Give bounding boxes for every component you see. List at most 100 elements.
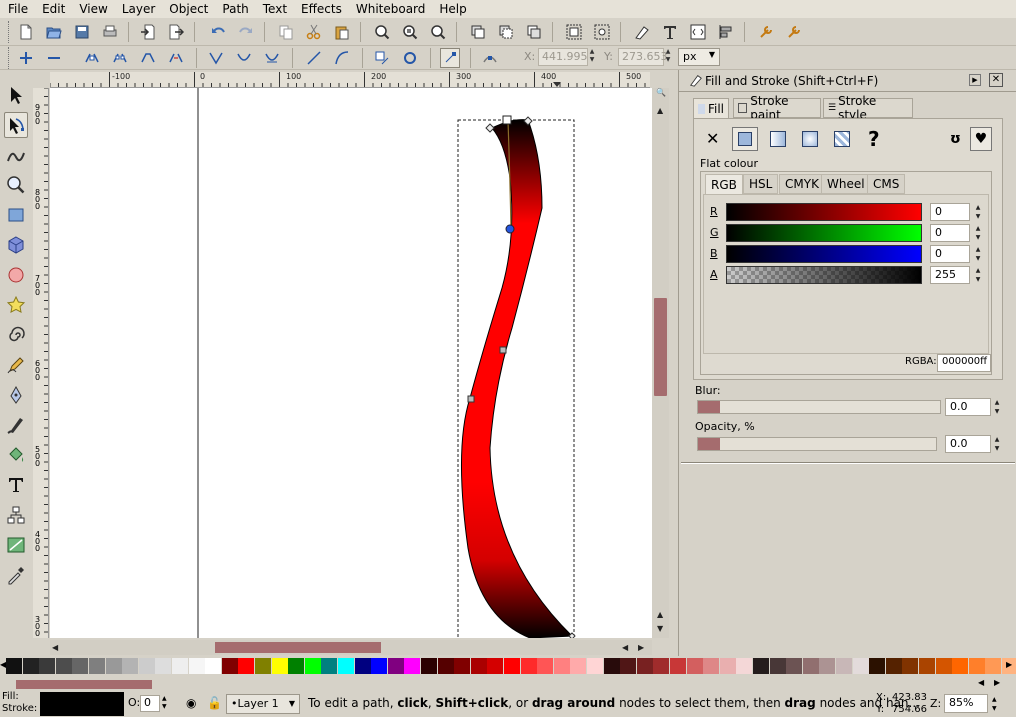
color-swatch[interactable] [736,658,753,674]
vertical-scroll-thumb[interactable] [654,298,667,396]
color-swatch[interactable] [836,658,852,674]
calligraphy-tool-icon[interactable] [4,412,28,438]
undo-icon[interactable] [208,22,228,42]
color-swatch[interactable] [686,658,703,674]
scroll-left-icon[interactable]: ◀ [622,643,628,652]
color-swatch[interactable] [786,658,803,674]
linear-gradient-icon[interactable] [770,131,786,147]
tab-stroke-style[interactable]: ☰ Stroke style [823,94,913,122]
red-curved-shape[interactable] [460,119,574,638]
flat-color-button[interactable] [732,127,758,151]
tab-stroke-paint[interactable]: Stroke paint [733,94,821,122]
color-swatch[interactable] [719,658,736,674]
color-swatch[interactable] [753,658,769,674]
save-icon[interactable] [72,22,92,42]
redo-icon[interactable] [236,22,256,42]
color-swatch[interactable] [470,658,487,674]
rectangle-tool-icon[interactable] [4,202,28,228]
spiral-tool-icon[interactable] [4,322,28,348]
color-swatch[interactable] [869,658,886,674]
fill-stroke-icon[interactable] [632,22,652,42]
horizontal-ruler[interactable]: -100 0 100 200 300 400 500 [50,72,650,88]
opacity-status-field[interactable]: 0 [140,695,160,712]
scroll-down-icon[interactable]: ▼ [657,624,663,633]
blur-slider-handle[interactable] [698,401,720,413]
unit-select[interactable]: px ▼ [678,48,720,66]
green-value-field[interactable]: 0 [930,224,970,242]
color-swatch[interactable] [155,658,172,674]
zoom-drawing-icon[interactable] [400,22,420,42]
preferences-icon[interactable] [756,22,776,42]
opacity-spin-icon[interactable]: ▲ ▼ [993,435,1001,453]
color-swatch[interactable] [819,658,836,674]
print-icon[interactable] [100,22,120,42]
star-tool-icon[interactable] [4,292,28,318]
green-slider[interactable] [726,224,922,242]
delete-segment-icon[interactable] [166,48,186,68]
red-slider[interactable] [726,203,922,221]
blur-slider[interactable] [697,400,941,414]
color-swatch[interactable] [653,658,670,674]
join-segment-icon[interactable] [138,48,158,68]
vertical-ruler[interactable]: 900 800 700 600 500 400 300 [33,88,49,638]
horizontal-scrollbar[interactable]: ◀ ◀ ▶ [50,640,652,655]
color-swatch[interactable] [221,658,238,674]
fill-stroke-swatch[interactable] [40,692,124,716]
blue-value-field[interactable]: 0 [930,245,970,263]
object-to-path-icon[interactable] [372,48,392,68]
delete-node-icon[interactable] [44,48,64,68]
path-effect-icon[interactable] [480,48,500,68]
drawing-canvas[interactable] [50,88,652,638]
copy-icon[interactable] [276,22,296,42]
pen-tool-icon[interactable] [4,382,28,408]
stroke-to-path-icon[interactable] [400,48,420,68]
visibility-icon[interactable]: ◉ [186,696,196,710]
scroll-left-icon[interactable]: ◀ [52,643,58,652]
lock-icon[interactable]: 🔓 [207,696,222,710]
radial-gradient-icon[interactable] [802,131,818,147]
menu-path[interactable]: Path [216,0,256,18]
rgba-field[interactable]: 000000ff [937,354,991,372]
cut-icon[interactable] [304,22,324,42]
document-properties-icon[interactable] [784,22,804,42]
pencil-tool-icon[interactable] [4,352,28,378]
toolbar-grip[interactable] [8,47,10,69]
color-mode-rgb[interactable]: RGB [705,174,743,194]
color-swatch[interactable] [553,658,570,674]
alpha-slider[interactable] [726,266,922,284]
scroll-right-icon[interactable]: ▶ [638,643,644,652]
color-mode-cmyk[interactable]: CMYK [779,174,825,194]
layer-select[interactable]: •Layer 1 ▼ [226,694,300,714]
color-swatch[interactable] [587,658,603,674]
paint-bucket-tool-icon[interactable] [4,442,28,468]
node-handle[interactable] [499,346,507,354]
connector-tool-icon[interactable] [4,502,28,528]
group-icon[interactable] [564,22,584,42]
dropper-tool-icon[interactable] [4,562,28,588]
clone-icon[interactable] [496,22,516,42]
color-swatch[interactable] [421,658,437,674]
y-coordinate-field[interactable]: 273.653 [618,48,668,66]
menu-file[interactable]: File [0,0,36,18]
menu-help[interactable]: Help [433,0,474,18]
green-spin-icon[interactable]: ▲ ▼ [974,224,982,242]
color-swatch[interactable] [487,658,504,674]
color-swatch[interactable] [22,658,39,674]
zoom-spin-icon[interactable]: ▲ ▼ [992,695,997,713]
ungroup-icon[interactable] [592,22,612,42]
blur-value-field[interactable]: 0.0 [945,398,991,416]
horizontal-scroll-thumb[interactable] [215,642,381,653]
x-spin-icon[interactable]: ▲ ▼ [588,48,596,66]
color-swatch[interactable] [205,658,222,674]
text-tool-icon[interactable] [4,472,28,498]
pattern-icon[interactable] [834,131,850,147]
color-swatch[interactable] [919,658,935,674]
smooth-node-icon[interactable] [234,48,254,68]
color-swatch[interactable] [89,658,105,674]
node-tool-icon[interactable] [4,112,28,138]
color-swatch[interactable] [454,658,471,674]
color-swatch[interactable] [371,658,388,674]
import-icon[interactable] [138,22,158,42]
paste-icon[interactable] [332,22,352,42]
cusp-node-icon[interactable] [206,48,226,68]
